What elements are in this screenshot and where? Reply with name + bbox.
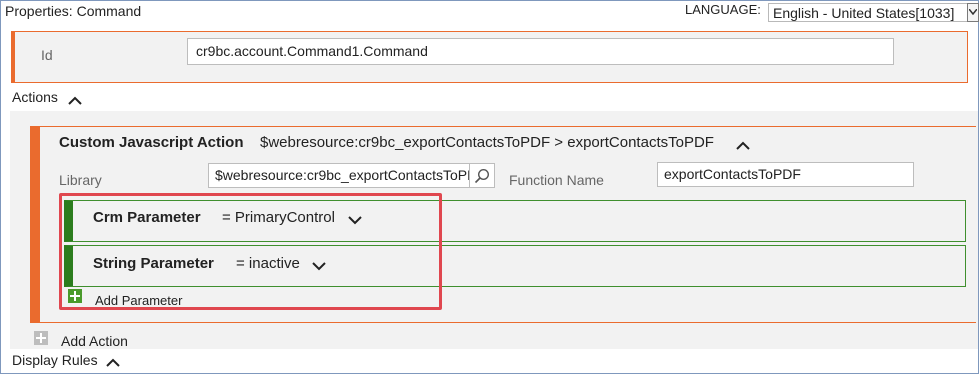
library-input-value: $webresource:cr9bc_exportContactsToPDF bbox=[215, 167, 470, 183]
properties-panel: Properties: Command LANGUAGE: English - … bbox=[0, 0, 979, 374]
library-input[interactable]: $webresource:cr9bc_exportContactsToPDF bbox=[208, 163, 470, 188]
function-name-input[interactable]: exportContactsToPDF bbox=[657, 162, 914, 187]
language-label: LANGUAGE: bbox=[685, 2, 761, 17]
chevron-up-icon[interactable] bbox=[106, 358, 120, 367]
language-select-value: English - United States[1033] bbox=[773, 5, 955, 21]
id-label: Id bbox=[41, 47, 53, 63]
display-rules-row bbox=[1, 349, 978, 373]
highlight-box bbox=[59, 193, 442, 310]
chevron-up-icon[interactable] bbox=[68, 96, 82, 105]
add-action-icon[interactable] bbox=[34, 331, 48, 345]
function-name-value: exportContactsToPDF bbox=[664, 166, 801, 182]
actions-section-label: Actions bbox=[12, 89, 58, 105]
search-icon bbox=[474, 168, 490, 184]
title-bar: Properties: Command LANGUAGE: English - … bbox=[1, 1, 979, 23]
id-input-value: cr9bc.account.Command1.Command bbox=[196, 43, 428, 59]
library-label: Library bbox=[59, 172, 102, 188]
action-subtitle: $webresource:cr9bc_exportContactsToPDF >… bbox=[260, 134, 714, 151]
action-title: Custom Javascript Action bbox=[59, 134, 244, 151]
panel-title: Properties: Command bbox=[5, 3, 142, 19]
plus-icon bbox=[36, 333, 46, 343]
language-select[interactable]: English - United States[1033] bbox=[768, 3, 969, 22]
display-rules-label: Display Rules bbox=[12, 352, 98, 368]
library-search-button[interactable] bbox=[470, 163, 495, 188]
chevron-down-icon bbox=[969, 9, 977, 15]
chevron-up-icon[interactable] bbox=[736, 141, 750, 150]
add-action-link[interactable]: Add Action bbox=[61, 333, 128, 349]
language-dropdown-button[interactable] bbox=[967, 3, 979, 22]
id-input[interactable]: cr9bc.account.Command1.Command bbox=[187, 38, 894, 65]
function-name-label: Function Name bbox=[509, 172, 604, 188]
